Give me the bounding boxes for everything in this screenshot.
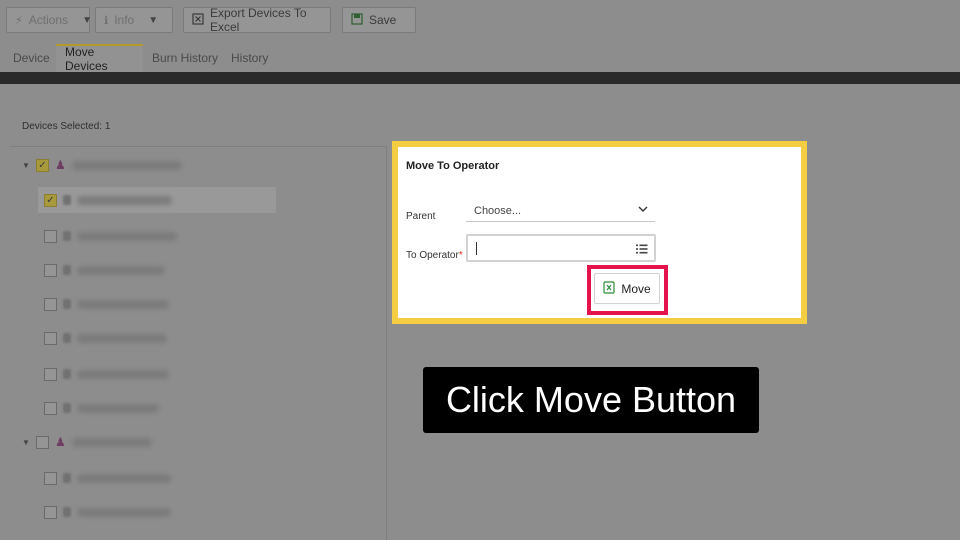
info-dropdown[interactable]: ℹ Info ▼ xyxy=(95,7,173,33)
org-chart-icon: ♟ xyxy=(55,158,66,172)
info-label: Info xyxy=(114,13,135,27)
device-name-redacted xyxy=(77,299,169,309)
actions-dropdown[interactable]: ⚡ Actions ▼ xyxy=(6,7,92,33)
device-icon xyxy=(63,333,71,343)
chevron-down-icon: ▼ xyxy=(82,14,92,26)
tab-history[interactable]: History xyxy=(222,44,277,72)
device-row[interactable] xyxy=(44,325,167,351)
parent-select[interactable]: Choose... xyxy=(466,200,655,222)
device-checkbox[interactable] xyxy=(44,263,57,277)
to-operator-label: To Operator* xyxy=(406,250,463,261)
device-name-redacted xyxy=(77,231,177,241)
device-icon xyxy=(63,265,71,275)
move-label: Move xyxy=(621,281,651,296)
device-row[interactable]: ✓ xyxy=(38,187,276,213)
device-row[interactable] xyxy=(44,395,159,421)
device-row[interactable] xyxy=(44,465,171,491)
device-name-redacted xyxy=(77,195,172,205)
save-label: Save xyxy=(369,13,397,27)
device-checkbox[interactable] xyxy=(44,401,57,415)
device-icon xyxy=(63,195,71,205)
lightning-icon: ⚡ xyxy=(15,14,23,27)
to-operator-input[interactable] xyxy=(466,234,656,262)
device-row[interactable] xyxy=(44,291,169,317)
device-icon xyxy=(63,507,71,517)
device-checkbox[interactable] xyxy=(44,471,57,485)
required-marker: * xyxy=(458,250,463,261)
device-icon xyxy=(63,473,71,483)
group-checkbox[interactable]: ✓ xyxy=(36,158,49,172)
dialog-title: Move To Operator xyxy=(406,160,500,172)
devices-selected-count: Devices Selected: 1 xyxy=(22,121,111,132)
parent-label: Parent xyxy=(406,211,436,222)
instruction-caption: Click Move Button xyxy=(423,367,759,433)
chevron-down-icon xyxy=(637,203,649,218)
save-icon xyxy=(351,12,363,28)
device-icon xyxy=(63,403,71,413)
device-checkbox[interactable] xyxy=(44,505,57,519)
group-name-redacted xyxy=(71,437,152,447)
device-checkbox[interactable] xyxy=(44,229,57,243)
section-divider xyxy=(0,72,960,84)
device-checkbox[interactable] xyxy=(44,367,57,381)
device-name-redacted xyxy=(77,507,171,517)
export-devices-button[interactable]: Export Devices To Excel xyxy=(183,6,331,34)
device-icon xyxy=(63,369,71,379)
device-row[interactable] xyxy=(44,499,171,525)
device-checkbox[interactable] xyxy=(44,297,57,311)
device-name-redacted xyxy=(77,403,159,413)
tab-bar: Device Move Devices Burn History History xyxy=(0,44,960,73)
device-name-redacted xyxy=(77,369,169,379)
tab-burn-history[interactable]: Burn History xyxy=(143,44,227,72)
device-icon xyxy=(63,299,71,309)
list-icon[interactable] xyxy=(636,242,648,260)
save-button[interactable]: Save xyxy=(342,7,416,33)
tab-move-devices[interactable]: Move Devices xyxy=(56,44,143,73)
device-checkbox[interactable] xyxy=(44,331,57,345)
device-row[interactable] xyxy=(44,257,165,283)
device-tree: ▼ ✓ ♟ ✓ ▼ ♟ xyxy=(10,146,387,540)
device-row[interactable] xyxy=(44,223,177,249)
device-row[interactable] xyxy=(44,361,169,387)
tree-group-row[interactable]: ▼ ♟ xyxy=(22,429,152,455)
group-checkbox[interactable] xyxy=(36,435,49,449)
move-button[interactable]: Move xyxy=(594,273,660,304)
caret-down-icon: ▼ xyxy=(22,160,30,170)
group-name-redacted xyxy=(71,160,182,170)
to-operator-label-text: To Operator xyxy=(406,250,459,261)
tree-group-row[interactable]: ▼ ✓ ♟ xyxy=(22,152,182,178)
device-name-redacted xyxy=(77,333,167,343)
caret-down-icon: ▼ xyxy=(22,437,30,447)
toolbar: ⚡ Actions ▼ ℹ Info ▼ Export Devices To E… xyxy=(0,0,960,40)
device-name-redacted xyxy=(77,473,171,483)
device-icon xyxy=(63,231,71,241)
org-chart-icon: ♟ xyxy=(55,435,66,449)
chevron-down-icon: ▼ xyxy=(148,14,159,26)
move-to-operator-dialog: Move To Operator Parent Choose... To Ope… xyxy=(392,141,807,324)
device-checkbox[interactable]: ✓ xyxy=(44,193,57,207)
text-cursor xyxy=(476,241,477,255)
actions-label: Actions xyxy=(28,13,69,27)
excel-icon xyxy=(603,280,615,297)
info-icon: ℹ xyxy=(104,14,109,27)
tab-device[interactable]: Device xyxy=(4,44,59,72)
export-label: Export Devices To Excel xyxy=(210,6,307,34)
parent-select-value: Choose... xyxy=(474,204,522,217)
device-name-redacted xyxy=(77,265,165,275)
excel-icon xyxy=(192,12,204,28)
